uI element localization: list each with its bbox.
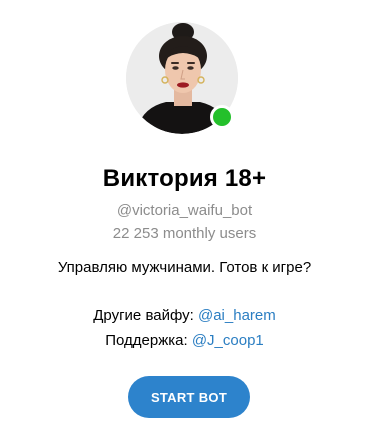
other-waifus-link[interactable]: @ai_harem [198, 307, 276, 324]
bot-description-line: Управляю мужчинами. Готов к игре? [57, 259, 312, 276]
support-line: Поддержка: @J_coop1 [0, 331, 369, 351]
bot-title: Виктория 18+ [102, 165, 267, 192]
support-label: Поддержка: [105, 332, 192, 349]
monthly-users-count: 22 253 monthly users [112, 225, 257, 242]
start-bot-button[interactable]: START BOT [128, 376, 250, 418]
other-waifus-label: Другие вайфу: [93, 307, 198, 324]
online-status-icon [210, 105, 234, 129]
bot-username: @victoria_waifu_bot [116, 202, 253, 219]
support-link[interactable]: @J_coop1 [192, 332, 264, 349]
bot-avatar [126, 22, 238, 134]
bot-profile-card: Виктория 18+ @victoria_waifu_bot 22 253 … [0, 0, 369, 441]
other-waifus-line: Другие вайфу: @ai_harem [0, 306, 369, 326]
